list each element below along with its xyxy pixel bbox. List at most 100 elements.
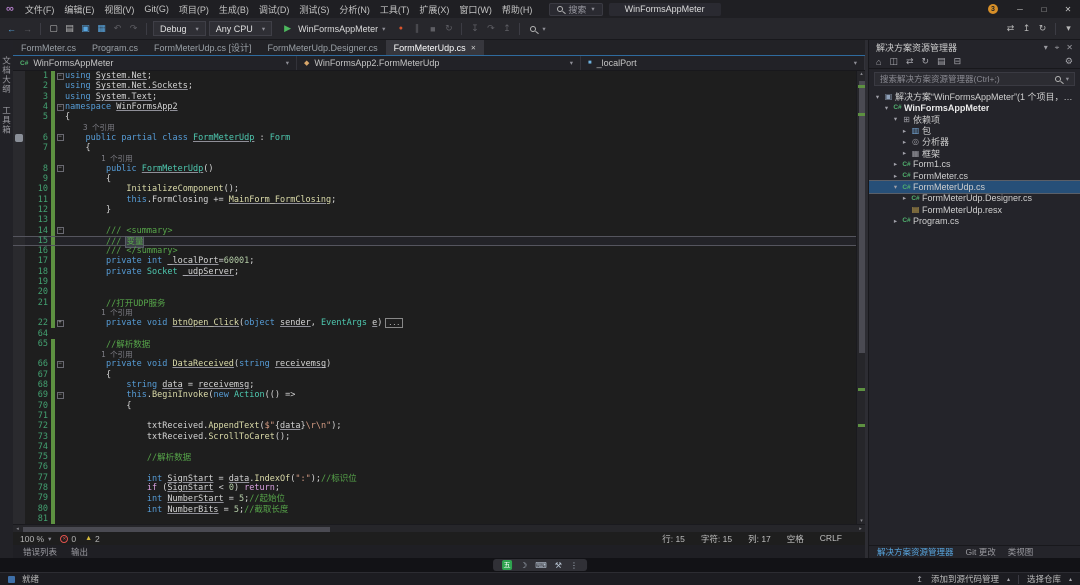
menu-item[interactable]: 视图(V): [99, 3, 139, 16]
code-line-67[interactable]: 67 {: [13, 370, 856, 380]
breakpoint-margin[interactable]: [13, 339, 25, 349]
code-line-1[interactable]: 1−using System.Net;: [13, 71, 856, 81]
compare-icon[interactable]: ⇄: [1004, 21, 1017, 37]
vertical-scrollbar[interactable]: ▴ ▾: [856, 71, 865, 524]
breakpoint-margin[interactable]: [13, 318, 25, 328]
expander-icon[interactable]: ▸: [900, 194, 909, 202]
code-line-68[interactable]: 68 string data = receivemsg;: [13, 380, 856, 390]
menu-item[interactable]: Git(G): [139, 4, 174, 14]
fold-toggle-icon[interactable]: +: [57, 320, 64, 327]
background-tasks-icon[interactable]: [8, 576, 15, 583]
editor-tab[interactable]: FormMeterUdp.Designer.cs: [260, 40, 386, 55]
toolbox-icon[interactable]: ⚒: [555, 561, 562, 570]
horizontal-scrollbar[interactable]: ◂ ▸: [13, 524, 865, 532]
breakpoint-margin[interactable]: [13, 164, 25, 174]
code-line-71[interactable]: 71: [13, 411, 856, 421]
open-file-icon[interactable]: ▤: [63, 21, 76, 37]
navigate-back-icon[interactable]: ←: [5, 21, 18, 37]
breakpoint-margin[interactable]: [13, 493, 25, 503]
expander-icon[interactable]: ▾: [873, 93, 882, 101]
notifications-badge[interactable]: 3: [988, 4, 998, 14]
new-file-icon[interactable]: ▢: [47, 21, 60, 37]
tree-item[interactable]: ▸▥包: [869, 125, 1080, 136]
tree-item[interactable]: ▸C#Program.cs: [869, 215, 1080, 226]
codelens-row[interactable]: 1 个引用: [13, 349, 856, 359]
code-line-69[interactable]: 69− this.BeginInvoke(new Action(() =>: [13, 390, 856, 400]
codelens-row[interactable]: 1 个引用: [13, 153, 856, 163]
fold-toggle-icon[interactable]: −: [57, 361, 64, 368]
fold-toggle-icon[interactable]: −: [57, 392, 64, 399]
expander-icon[interactable]: ▸: [900, 149, 909, 157]
toolbar-overflow-icon[interactable]: ▾: [1062, 21, 1075, 37]
breakpoint-margin[interactable]: [13, 452, 25, 462]
editor-tab[interactable]: FormMeterUdp.cs✕: [386, 40, 484, 55]
breakpoint-margin[interactable]: [13, 462, 25, 472]
solution-configurations-dropdown[interactable]: Debug ▾: [153, 21, 206, 36]
tool-window-tab[interactable]: 类视图: [1008, 546, 1034, 558]
breakpoint-margin[interactable]: [13, 370, 25, 380]
fold-toggle-icon[interactable]: −: [57, 227, 64, 234]
breakpoint-margin[interactable]: [13, 71, 25, 81]
warning-indicator[interactable]: ▲ 2: [85, 534, 100, 544]
expander-icon[interactable]: ▾: [891, 115, 900, 123]
eol-label[interactable]: CRLF: [820, 533, 842, 545]
breadcrumb-type-dropdown[interactable]: ◆ WinFormsApp2.FormMeterUdp ▾: [297, 56, 581, 70]
editor-tab[interactable]: FormMeter.cs: [13, 40, 84, 55]
scroll-up-icon[interactable]: ▴: [857, 71, 865, 77]
breakpoint-margin[interactable]: [13, 102, 25, 112]
expander-icon[interactable]: ▸: [900, 138, 909, 146]
editor-tab[interactable]: Program.cs: [84, 40, 146, 55]
breakpoint-margin[interactable]: [13, 308, 25, 318]
code-line-13[interactable]: 13: [13, 215, 856, 225]
fold-toggle-icon[interactable]: −: [57, 73, 64, 80]
breakpoint-margin[interactable]: [13, 421, 25, 431]
fold-toggle-icon[interactable]: −: [57, 134, 64, 141]
breakpoint-margin[interactable]: [13, 298, 25, 308]
show-all-files-icon[interactable]: ▤: [937, 56, 946, 67]
menu-item[interactable]: 调试(D): [254, 3, 295, 16]
step-over-icon[interactable]: ↷: [484, 21, 497, 37]
breakpoint-margin[interactable]: [13, 287, 25, 297]
tab-close-icon[interactable]: ✕: [471, 44, 476, 52]
code-line-18[interactable]: 18 private Socket _udpServer;: [13, 267, 856, 277]
start-debugging-button[interactable]: ▶ WinFormsAppMeter ▾: [275, 21, 391, 37]
titlebar-search[interactable]: 搜索 ▾: [549, 3, 602, 16]
maximize-button[interactable]: □: [1032, 0, 1056, 18]
breakpoint-margin[interactable]: [13, 349, 25, 359]
fold-toggle-icon[interactable]: −: [57, 104, 64, 111]
code-line-19[interactable]: 19: [13, 277, 856, 287]
sync-with-active-document-icon[interactable]: ⇄: [906, 56, 914, 67]
minimize-button[interactable]: ─: [1008, 0, 1032, 18]
code-line-9[interactable]: 9 {: [13, 174, 856, 184]
code-line-6[interactable]: 6− public partial class FormMeterUdp : F…: [13, 133, 856, 143]
breakpoint-margin[interactable]: [13, 483, 25, 493]
properties-icon[interactable]: ⚙: [1065, 56, 1073, 67]
menu-item[interactable]: 项目(P): [174, 3, 214, 16]
breakpoint-margin[interactable]: [13, 328, 25, 338]
sogou-input-logo[interactable]: 五: [502, 560, 512, 570]
find-in-files-icon[interactable]: [526, 21, 539, 37]
breakpoint-margin[interactable]: [13, 195, 25, 205]
collapse-all-icon[interactable]: ⊟: [954, 56, 962, 67]
code-line-22[interactable]: 22+ private void btnOpen_Click(object se…: [13, 318, 856, 328]
breakpoint-margin[interactable]: [13, 267, 25, 277]
tree-item[interactable]: ▸▦框架: [869, 147, 1080, 158]
menu-item[interactable]: 工具(T): [375, 3, 415, 16]
stop-icon[interactable]: ■: [426, 21, 439, 37]
code-line-70[interactable]: 70 {: [13, 401, 856, 411]
step-out-icon[interactable]: ↥: [500, 21, 513, 37]
tree-item[interactable]: ▤FormMeterUdp.resx: [869, 204, 1080, 215]
breakpoint-margin[interactable]: [13, 359, 25, 369]
scrollbar-thumb[interactable]: [23, 527, 330, 532]
code-editor[interactable]: 1−using System.Net;2using System.Net.Soc…: [13, 71, 865, 524]
breakpoint-margin[interactable]: [13, 225, 25, 235]
breakpoint-margin[interactable]: [13, 143, 25, 153]
undo-icon[interactable]: ↶: [111, 21, 124, 37]
code-line-12[interactable]: 12 }: [13, 205, 856, 215]
breakpoint-margin[interactable]: [13, 174, 25, 184]
breakpoint-margin[interactable]: [13, 390, 25, 400]
code-line-2[interactable]: 2using System.Net.Sockets;: [13, 81, 856, 91]
breakpoint-margin[interactable]: [13, 442, 25, 452]
breakpoint-margin[interactable]: [13, 473, 25, 483]
hot-reload-icon[interactable]: ●: [394, 21, 407, 37]
